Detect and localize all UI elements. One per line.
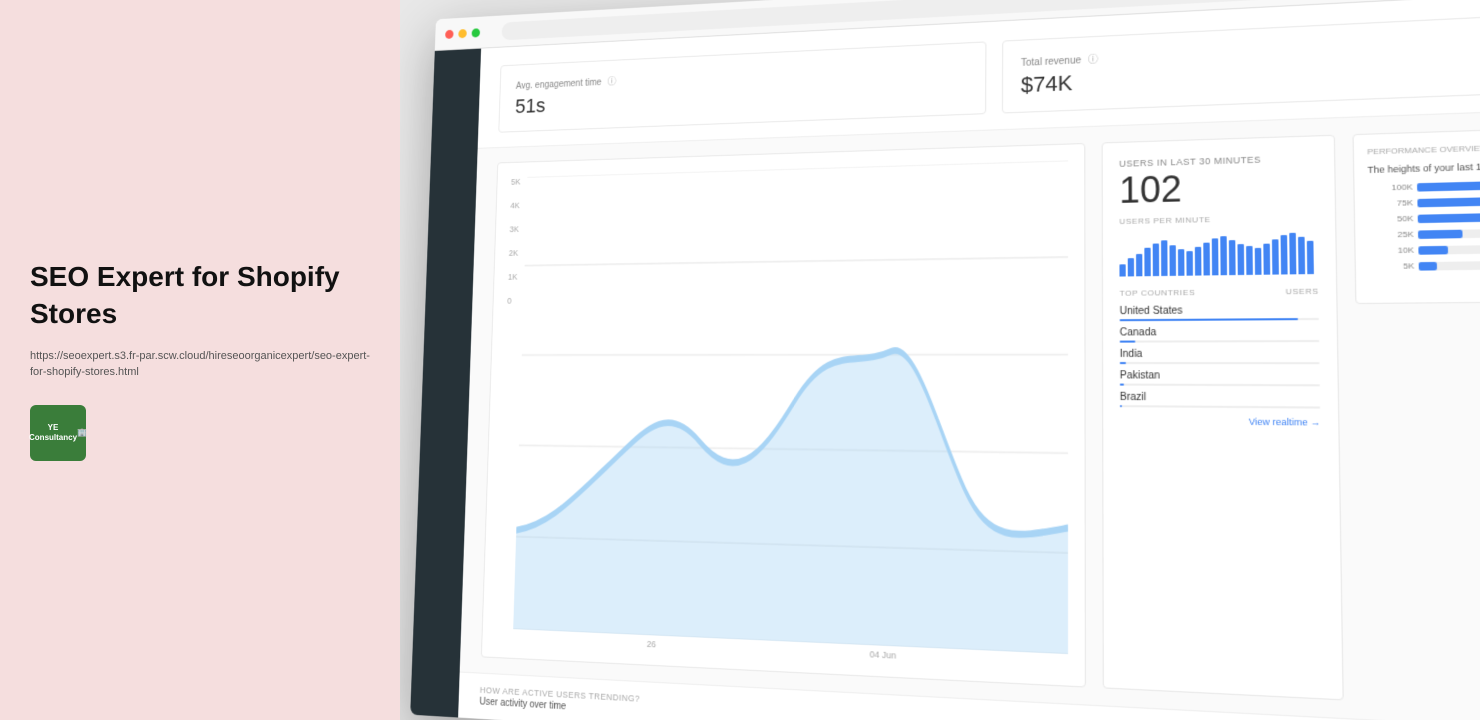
country-item-br: Brazil xyxy=(1120,392,1320,409)
left-panel: SEO Expert for Shopify Stores https://se… xyxy=(0,0,400,720)
country-bar-fill xyxy=(1120,384,1124,386)
h-bar-fill xyxy=(1417,179,1480,191)
country-bar-track xyxy=(1120,340,1320,343)
country-item-in: India xyxy=(1120,348,1320,364)
page-url[interactable]: https://seoexpert.s3.fr-par.scw.cloud/hi… xyxy=(30,348,370,381)
h-bar-fill xyxy=(1418,213,1480,223)
chart-y-labels: 5K 4K 3K 2K 1K 0 xyxy=(507,177,524,305)
h-bar-row: 75K xyxy=(1368,194,1480,208)
bar-mini xyxy=(1178,249,1185,276)
dashboard-content: Avg. engagement time ⓘ 51s Total revenue… xyxy=(410,0,1480,720)
right-cards: PERFORMANCE OVERVIEW The heights of your… xyxy=(1352,127,1480,714)
h-bar-fill xyxy=(1419,261,1437,270)
bar-mini xyxy=(1246,246,1253,275)
realtime-title: USERS IN LAST 30 MINUTES xyxy=(1119,153,1317,169)
h-bar-track xyxy=(1418,243,1480,254)
realtime-subtitle: USERS PER MINUTE xyxy=(1119,213,1317,226)
bar-mini xyxy=(1153,243,1159,276)
bar-mini xyxy=(1289,233,1296,275)
line-chart-inner: 5K 4K 3K 2K 1K 0 xyxy=(497,160,1068,654)
line-chart-card: 5K 4K 3K 2K 1K 0 xyxy=(481,143,1086,688)
country-bar-track xyxy=(1120,362,1320,364)
bar-mini xyxy=(1161,240,1168,276)
bar-mini xyxy=(1186,251,1193,276)
realtime-count: 102 xyxy=(1119,167,1317,209)
h-bar-fill xyxy=(1417,196,1480,206)
country-item-pk: Pakistan xyxy=(1120,370,1320,386)
h-bar-track xyxy=(1417,179,1480,191)
h-bar-fill xyxy=(1418,229,1463,238)
right-card-performance: PERFORMANCE OVERVIEW The heights of your… xyxy=(1352,127,1480,304)
bar-mini xyxy=(1272,239,1279,274)
bar-mini xyxy=(1203,243,1210,276)
country-bar-fill xyxy=(1120,341,1136,343)
country-bar-track xyxy=(1120,405,1320,408)
h-bar-track xyxy=(1419,259,1480,270)
nav-dot-yellow xyxy=(458,29,467,38)
h-bar-row: 5K xyxy=(1369,259,1480,271)
metric-card-engagement: Avg. engagement time ⓘ 51s xyxy=(498,41,986,132)
country-bar-fill xyxy=(1120,405,1122,407)
metric-card-revenue: Total revenue ⓘ $74K ⚠ xyxy=(1002,12,1480,113)
logo-badge: YE Consultancy 🏢 xyxy=(30,405,86,461)
nav-dot-green xyxy=(472,28,481,37)
bar-mini xyxy=(1307,241,1314,274)
view-realtime-link[interactable]: View realtime → xyxy=(1120,415,1321,427)
bar-mini xyxy=(1144,248,1150,277)
right-card-title: PERFORMANCE OVERVIEW xyxy=(1367,141,1480,157)
country-bar-track xyxy=(1120,384,1320,387)
bar-mini xyxy=(1281,235,1288,274)
bar-mini xyxy=(1229,240,1236,275)
nav-dot-red xyxy=(445,29,454,38)
bar-mini xyxy=(1237,244,1244,275)
view-all-link[interactable]: View all → xyxy=(1369,277,1480,290)
right-panel: Avg. engagement time ⓘ 51s Total revenue… xyxy=(400,0,1480,720)
bar-mini xyxy=(1169,245,1176,276)
h-bar-track xyxy=(1418,227,1480,238)
bar-mini xyxy=(1255,248,1262,275)
page-title: SEO Expert for Shopify Stores xyxy=(30,259,370,332)
h-bar-row: 10K xyxy=(1369,243,1480,256)
charts-area: 5K 4K 3K 2K 1K 0 xyxy=(460,109,1480,720)
main-area: Avg. engagement time ⓘ 51s Total revenue… xyxy=(458,0,1480,720)
bar-mini xyxy=(1119,264,1125,276)
country-bar-fill xyxy=(1120,318,1299,321)
bar-chart-mini xyxy=(1119,228,1318,276)
bar-mini xyxy=(1128,258,1134,276)
right-card-subtitle: The heights of your last 100 users... xyxy=(1367,159,1480,175)
line-chart-svg xyxy=(513,160,1068,654)
countries-title: TOP COUNTRIES USERS xyxy=(1120,287,1319,298)
h-bar-chart: 100K 75K xyxy=(1368,178,1480,271)
bar-mini xyxy=(1263,244,1270,275)
bar-mini xyxy=(1212,238,1219,275)
h-bar-fill xyxy=(1418,245,1448,254)
h-bar-track xyxy=(1418,211,1480,223)
dashboard-wrapper: Avg. engagement time ⓘ 51s Total revenue… xyxy=(410,0,1480,720)
bar-mini xyxy=(1136,254,1142,276)
countries-section: TOP COUNTRIES USERS United States Canad xyxy=(1120,287,1321,428)
country-bar-track xyxy=(1120,318,1319,321)
h-bar-row: 50K xyxy=(1368,210,1480,224)
country-item-ca: Canada xyxy=(1120,326,1320,342)
h-bar-row: 100K xyxy=(1368,178,1480,193)
h-bar-track xyxy=(1417,195,1480,207)
country-item-us: United States xyxy=(1120,304,1319,321)
bar-mini xyxy=(1195,247,1202,276)
h-bar-row: 25K xyxy=(1369,227,1480,240)
realtime-card: USERS IN LAST 30 MINUTES 102 USERS PER M… xyxy=(1102,135,1344,701)
country-bar-fill xyxy=(1120,362,1126,364)
bar-mini xyxy=(1298,237,1305,274)
bar-mini xyxy=(1220,236,1227,275)
